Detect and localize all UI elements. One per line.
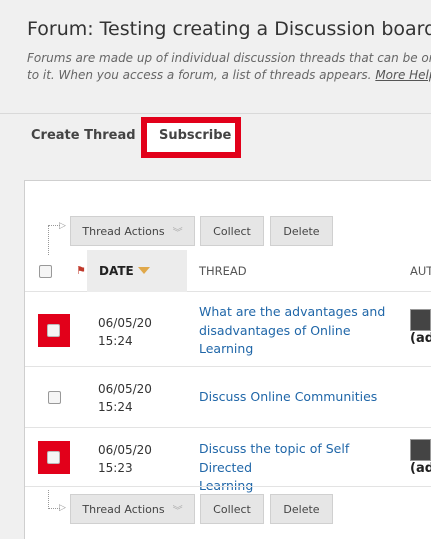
description-line-2: to it. When you access a forum, a list o… — [27, 68, 372, 82]
table-row-date: 06/05/20 15:24 — [98, 314, 152, 350]
row-2-checkbox[interactable] — [48, 391, 61, 404]
avatar — [410, 309, 431, 331]
row-date: 06/05/20 — [98, 316, 152, 330]
connector-arrow-icon: ▷ — [59, 503, 66, 513]
collect-button[interactable]: Collect — [200, 216, 264, 246]
thread-actions-label: Thread Actions — [82, 502, 165, 516]
thread-actions-button-bottom[interactable]: Thread Actions ︾ — [70, 494, 195, 524]
row-divider — [25, 486, 431, 487]
thread-actions-button[interactable]: Thread Actions ︾ — [70, 216, 195, 246]
row-date: 06/05/20 — [98, 443, 152, 457]
sort-desc-icon — [137, 267, 150, 274]
thread-actions-label: Thread Actions — [82, 224, 165, 238]
row-time: 15:23 — [98, 461, 133, 475]
thread-link-line[interactable]: What are the advantages and — [199, 304, 385, 319]
row-3-checkbox[interactable] — [47, 451, 60, 464]
table-row-date: 06/05/20 15:23 — [98, 441, 152, 477]
thread-link[interactable]: Discuss the topic of Self Directed Learn… — [199, 440, 389, 496]
thread-link[interactable]: What are the advantages and disadvantage… — [199, 303, 389, 359]
thread-link-line[interactable]: Discuss the topic of Self Directed — [199, 441, 349, 475]
select-all-checkbox[interactable] — [39, 265, 52, 278]
thread-column-header[interactable]: THREAD — [199, 264, 247, 278]
description-line-1: Forums are made up of individual discuss… — [27, 51, 431, 65]
author-column-header[interactable]: AUT — [410, 264, 431, 278]
connector-arrow-icon: ▷ — [59, 221, 66, 231]
chevron-down-icon: ︾ — [172, 227, 183, 239]
chevron-down-icon: ︾ — [172, 505, 183, 517]
thread-link-line[interactable]: Learning — [199, 341, 253, 356]
subscribe-button[interactable]: Subscribe — [159, 128, 231, 143]
flag-icon[interactable]: ⚑ — [76, 264, 86, 277]
page-title: Forum: Testing creating a Discussion boa… — [27, 18, 431, 40]
avatar — [410, 439, 431, 461]
row-date: 06/05/20 — [98, 382, 152, 396]
row-divider — [25, 427, 431, 428]
collect-button-bottom[interactable]: Collect — [200, 494, 264, 524]
row-divider — [25, 366, 431, 367]
row-time: 15:24 — [98, 334, 133, 348]
forum-description: Forums are made up of individual discuss… — [27, 50, 431, 84]
thread-link-line[interactable]: disadvantages of Online — [199, 323, 351, 338]
row-1-checkbox-highlight — [38, 314, 70, 347]
delete-button[interactable]: Delete — [270, 216, 333, 246]
delete-button-bottom[interactable]: Delete — [270, 494, 333, 524]
row-time: 15:24 — [98, 400, 133, 414]
create-thread-button[interactable]: Create Thread — [31, 128, 136, 143]
author-name[interactable]: (ad — [410, 461, 431, 476]
forum-header: Forum: Testing creating a Discussion boa… — [0, 0, 431, 113]
row-1-checkbox[interactable] — [47, 324, 60, 337]
more-help-link[interactable]: More Help — [375, 68, 431, 82]
date-column-header[interactable]: DATE — [99, 264, 150, 278]
author-name[interactable]: (ad — [410, 331, 431, 346]
row-3-checkbox-highlight — [38, 441, 70, 474]
table-row-date: 06/05/20 15:24 — [98, 380, 152, 416]
thread-link[interactable]: Discuss Online Communities — [199, 388, 389, 407]
date-column-label: DATE — [99, 264, 134, 278]
